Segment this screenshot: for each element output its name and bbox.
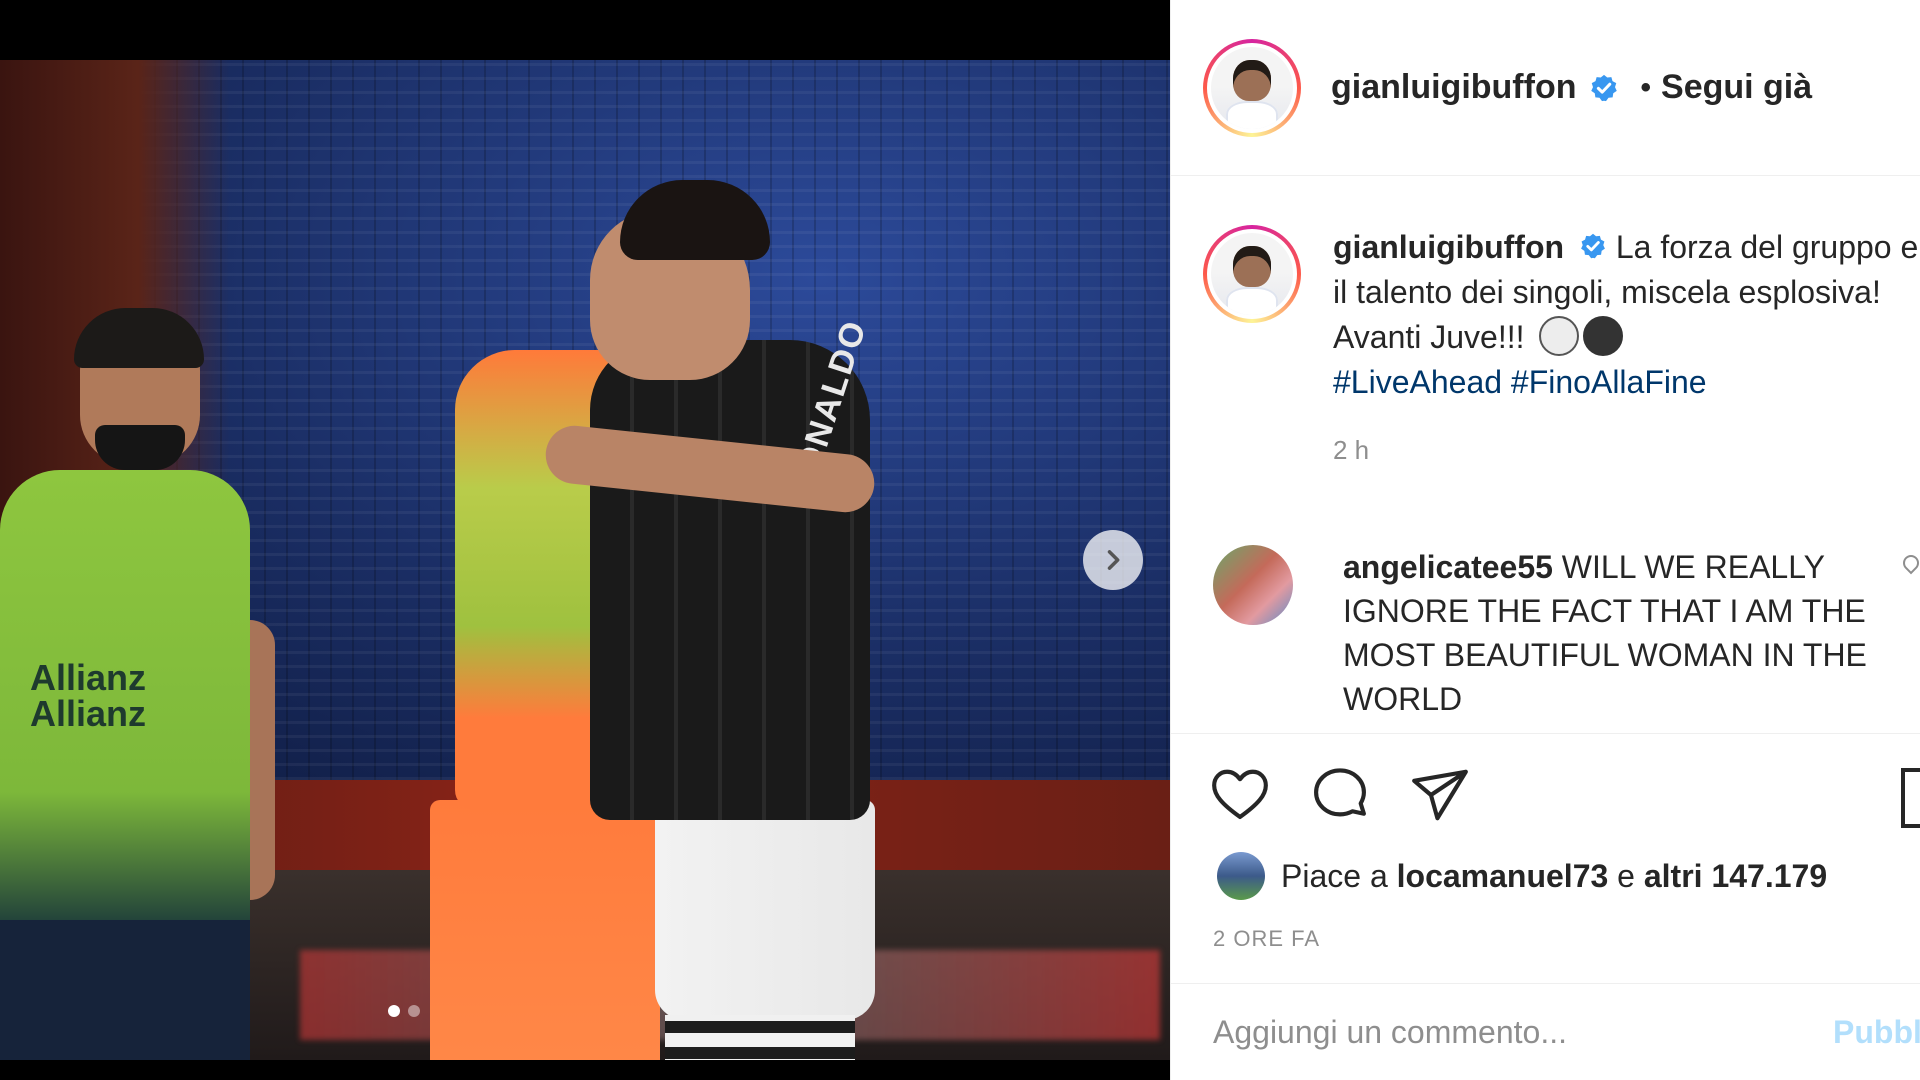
avatar[interactable] [1211,46,1293,129]
comment-bubble-icon [1314,768,1366,817]
post-actions: Piace a locamanuel73 e altri 147.179 2 O… [1171,733,1920,951]
post-header: gianluigibuffon • Segui già [1171,0,1920,176]
paper-plane-icon [1412,769,1468,821]
header-username[interactable]: gianluigibuffon [1331,68,1577,107]
post-caption: gianluigibuffon La forza del gruppo e il… [1203,225,1920,466]
like-button[interactable] [1209,764,1271,826]
publish-button[interactable]: Pubblica [1833,1014,1920,1051]
post-photo[interactable]: Allianz Allianz RONALDO [0,60,1170,1060]
header-separator: • [1640,70,1652,104]
heart-icon [1212,769,1268,820]
jersey-sponsor: Allianz Allianz [30,657,147,734]
story-ring[interactable] [1203,225,1301,323]
post-media[interactable]: Allianz Allianz RONALDO [0,0,1170,1080]
liker-username[interactable]: locamanuel73 [1397,858,1609,895]
comment-item: angelicatee55 WILL WE REALLY IGNORE THE … [1213,545,1920,721]
post-timestamp[interactable]: 2 ORE FA [1213,926,1320,952]
caption-timestamp[interactable]: 2 h [1333,435,1893,466]
comment-input[interactable]: Aggiungi un commento... [1213,1014,1567,1051]
avatar[interactable] [1211,233,1293,315]
share-button[interactable] [1409,764,1471,826]
story-ring[interactable] [1203,38,1301,137]
carousel-dot [388,1005,400,1017]
bookmark-icon[interactable] [1901,768,1920,828]
black-circle-emoji-icon [1583,316,1624,356]
carousel-dots [388,1005,420,1017]
commenter-avatar[interactable] [1213,545,1293,625]
comment-username[interactable]: angelicatee55 [1343,549,1553,585]
liker-avatar[interactable] [1217,852,1265,900]
verified-badge-icon [1590,74,1617,101]
verified-badge-icon [1581,233,1605,259]
post-sidebar: gianluigibuffon • Segui già gianluigibuf… [1170,0,1920,1080]
comment-text: angelicatee55 WILL WE REALLY IGNORE THE … [1343,545,1883,721]
comment-like-icon[interactable] [1899,551,1920,575]
likes-count[interactable]: altri 147.179 [1644,858,1827,895]
comment-button[interactable] [1309,764,1371,826]
following-button[interactable]: Segui già [1661,68,1812,107]
add-comment-bar: Aggiungi un commento... Pubblica [1171,983,1920,1080]
carousel-next-button[interactable] [1083,530,1143,590]
carousel-dot [408,1005,420,1017]
likes-summary[interactable]: Piace a locamanuel73 e altri 147.179 [1217,852,1827,900]
caption-text: gianluigibuffon La forza del gruppo e il… [1333,225,1920,405]
chevron-right-icon [1107,550,1120,570]
hashtag-link[interactable]: #LiveAhead [1333,364,1502,400]
caption-username[interactable]: gianluigibuffon [1333,229,1564,265]
hashtag-link[interactable]: #FinoAllaFine [1511,364,1707,400]
white-circle-emoji-icon [1539,316,1580,356]
